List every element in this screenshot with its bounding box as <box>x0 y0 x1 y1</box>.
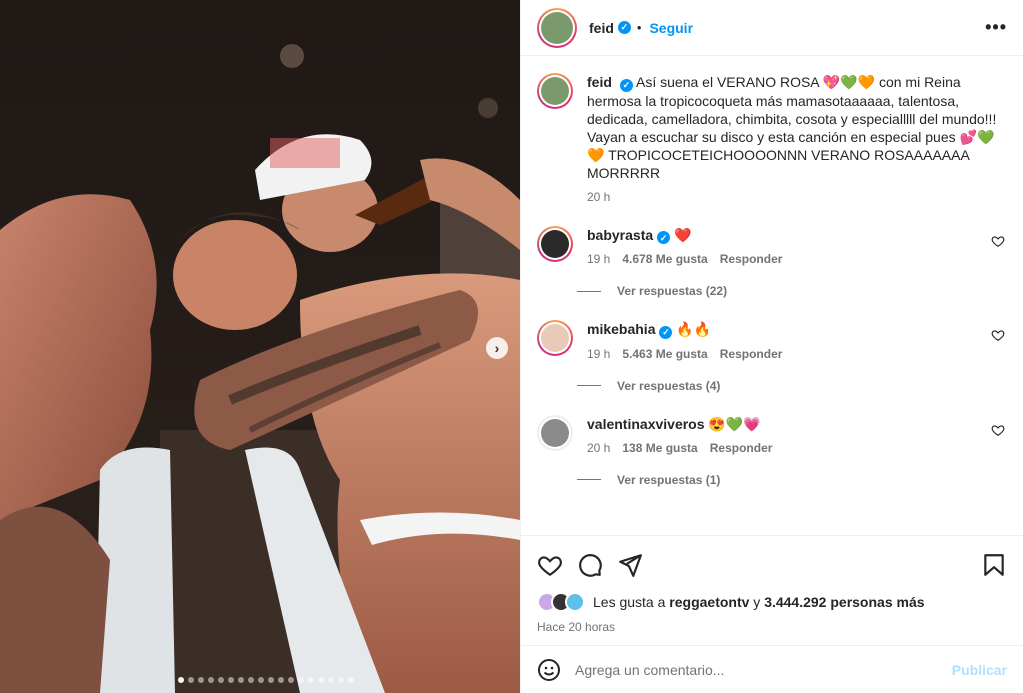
comment-time: 19 h <box>587 252 611 266</box>
carousel-dot <box>348 677 354 683</box>
more-options-icon[interactable]: ••• <box>985 17 1007 38</box>
likes-prefix: Les gusta a <box>593 594 666 610</box>
likes-count[interactable]: 3.444.292 personas más <box>764 594 924 610</box>
carousel-dot <box>208 677 214 683</box>
carousel-dot <box>308 677 314 683</box>
comment-likes[interactable]: 5.463 Me gusta <box>622 347 707 361</box>
carousel-dot <box>278 677 284 683</box>
comment-username[interactable]: babyrasta <box>587 227 653 243</box>
view-replies-button[interactable]: Ver respuestas (1) <box>577 473 1007 487</box>
comment-likes[interactable]: 4.678 Me gusta <box>622 252 707 266</box>
follow-button[interactable]: Seguir <box>649 20 693 36</box>
like-comment-icon[interactable] <box>991 234 1005 248</box>
carousel-indicator <box>178 677 354 683</box>
commenter-avatar[interactable] <box>537 320 573 356</box>
carousel-dot <box>178 677 184 683</box>
photo-image <box>0 0 520 693</box>
reply-button[interactable]: Responder <box>720 347 783 361</box>
comment-username[interactable]: valentinaxviveros <box>587 416 705 432</box>
likes-summary[interactable]: Les gusta a reggaetontv y 3.444.292 pers… <box>537 592 1007 612</box>
caption-username[interactable]: feid <box>587 74 612 90</box>
comment-text: 🔥🔥 <box>676 321 712 337</box>
carousel-dot <box>258 677 264 683</box>
reply-button[interactable]: Responder <box>720 252 783 266</box>
post-actions: Les gusta a reggaetontv y 3.444.292 pers… <box>521 535 1023 634</box>
publish-button[interactable]: Publicar <box>952 662 1007 678</box>
carousel-dot <box>198 677 204 683</box>
comment-text: 😍💚💗 <box>708 415 761 432</box>
author-avatar[interactable] <box>537 7 577 48</box>
like-icon[interactable] <box>537 552 563 578</box>
view-replies-button[interactable]: Ver respuestas (4) <box>577 379 1007 393</box>
share-icon[interactable] <box>617 552 643 578</box>
verified-icon: ✓ <box>619 78 633 92</box>
carousel-dot <box>268 677 274 683</box>
verified-icon: ✓ <box>659 325 673 339</box>
comment-time: 19 h <box>587 346 611 361</box>
caption-text: Así suena el VERANO ROSA 💖💚🧡 con mi Rein… <box>587 74 997 181</box>
carousel-dot <box>318 677 324 683</box>
post-header: feid ✓ • Seguir ••• <box>521 0 1023 56</box>
comment-text: ❤️ <box>674 226 692 243</box>
carousel-dot <box>188 677 194 683</box>
carousel-dot <box>328 677 334 683</box>
comment-time: 20 h <box>587 440 611 455</box>
caption: feid ✓ Así suena el VERANO ROSA 💖💚🧡 con m… <box>537 73 1007 204</box>
save-icon[interactable] <box>981 552 1007 578</box>
commenter-avatar[interactable] <box>537 225 573 262</box>
verified-icon: ✓ <box>657 231 671 244</box>
carousel-dot <box>298 677 304 683</box>
like-comment-icon[interactable] <box>991 423 1005 437</box>
comment-item: babyrasta ✓ ❤️ 19 h 4.678 Me gusta Respon… <box>537 225 1007 266</box>
caption-time: 20 h <box>587 189 611 204</box>
comment-input[interactable] <box>575 661 952 678</box>
emoji-icon[interactable] <box>537 658 561 682</box>
likes-joiner: y <box>753 594 761 610</box>
carousel-dot <box>228 677 234 683</box>
author-username[interactable]: feid <box>589 20 614 36</box>
next-photo-button[interactable]: › <box>486 337 508 359</box>
reply-button[interactable]: Responder <box>710 441 773 455</box>
comment-icon[interactable] <box>577 552 603 578</box>
comment-item: mikebahia ✓ 🔥🔥 19 h 5.463 Me gusta Respon… <box>537 320 1007 361</box>
carousel-dot <box>248 677 254 683</box>
comment-composer: Publicar <box>521 645 1023 693</box>
carousel-dot <box>238 677 244 683</box>
likers-avatars <box>537 592 585 612</box>
liker-username[interactable]: reggaetontv <box>669 594 749 610</box>
comment-likes[interactable]: 138 Me gusta <box>622 441 697 455</box>
post-photo[interactable]: › <box>0 0 520 693</box>
post-panel: feid ✓ • Seguir ••• feid ✓ Así suena el V… <box>520 0 1023 693</box>
carousel-dot <box>338 677 344 683</box>
verified-icon: ✓ <box>617 21 631 34</box>
comment-username[interactable]: mikebahia <box>587 321 655 337</box>
view-replies-button[interactable]: Ver respuestas (22) <box>577 284 1007 298</box>
comment-item: valentinaxviveros 😍💚💗 20 h 138 Me gusta … <box>537 414 1007 455</box>
comments-list[interactable]: feid ✓ Así suena el VERANO ROSA 💖💚🧡 con m… <box>521 57 1023 535</box>
caption-avatar[interactable] <box>537 73 573 109</box>
carousel-dot <box>218 677 224 683</box>
carousel-dot <box>288 677 294 683</box>
posted-time: Hace 20 horas <box>537 620 616 634</box>
commenter-avatar[interactable] <box>537 414 573 451</box>
like-comment-icon[interactable] <box>991 328 1005 342</box>
